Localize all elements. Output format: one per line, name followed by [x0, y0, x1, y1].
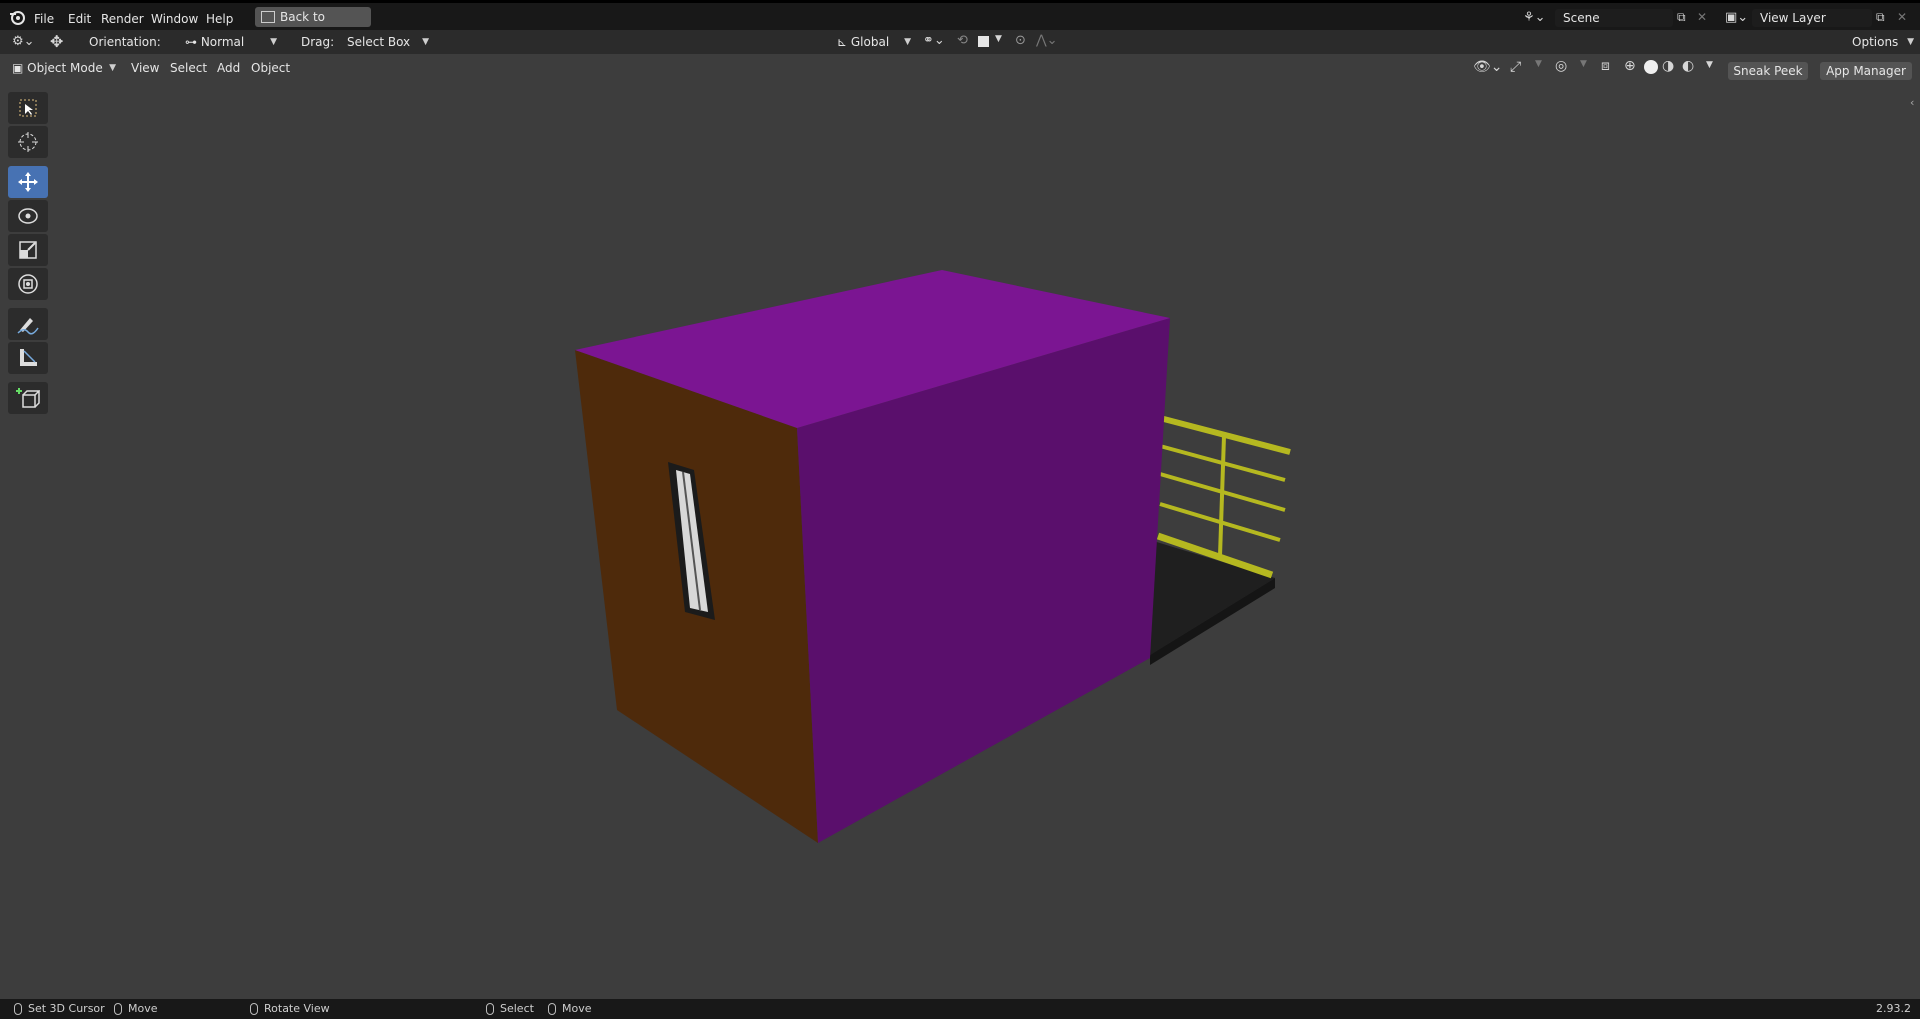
chevron-down-icon[interactable]: ▼ [1535, 59, 1542, 69]
viewport-header: ▣ Object Mode ▼ View Select Add Object 👁… [0, 55, 1920, 81]
transform-orientation-dropdown[interactable]: ⊾ Global ▼ [837, 32, 913, 52]
mouse-right-icon [486, 1003, 494, 1015]
scale-tool[interactable] [8, 234, 48, 266]
chevron-down-icon: ▼ [1907, 37, 1914, 47]
sidebar-toggle-icon[interactable]: ‹ [1910, 96, 1914, 109]
rotate-icon [18, 208, 38, 224]
pivot-icon[interactable]: ⚭⌄ [923, 33, 945, 48]
move-tool-icon: ✥ [50, 32, 64, 51]
status-bar: Set 3D Cursor Move Rotate View Select Mo… [0, 999, 1920, 1019]
scale-icon [19, 241, 37, 259]
snap-target-icon[interactable] [978, 36, 989, 47]
delete-view-layer-icon[interactable]: ✕ [1897, 10, 1907, 24]
delete-scene-icon[interactable]: ✕ [1697, 10, 1707, 24]
sneak-peek-button[interactable]: Sneak Peek [1728, 62, 1808, 80]
chevron-down-icon[interactable]: ▼ [1706, 60, 1713, 70]
rendered-shading-icon[interactable]: ◐ [1682, 58, 1694, 74]
header-menu-object[interactable]: Object [251, 58, 290, 78]
object-mode-icon: ▣ [12, 61, 28, 75]
viewport-scene[interactable] [0, 0, 1920, 1019]
measure-icon [20, 349, 37, 366]
object-mode-dropdown[interactable]: ▣ Object Mode ▼ [12, 58, 118, 78]
scene-icon[interactable]: ⚘⌄ [1523, 10, 1546, 25]
chevron-down-icon: ▼ [109, 63, 116, 73]
status-select: Select [486, 1002, 534, 1016]
back-to-previous-button[interactable]: Back to Previous [255, 7, 371, 44]
mouse-drag-icon [114, 1003, 122, 1015]
overlays-icon[interactable]: ◎ [1555, 58, 1567, 74]
move-tool[interactable] [8, 166, 48, 198]
header-menu-add[interactable]: Add [217, 58, 240, 78]
snap-icon[interactable]: ⟲ [957, 33, 968, 48]
orientation-dropdown[interactable]: ⊶ Normal ▼ [185, 32, 281, 52]
status-move-2: Move [548, 1002, 592, 1016]
annotate-icon [17, 318, 39, 335]
cursor-icon [18, 132, 38, 152]
menu-file[interactable]: File [34, 11, 54, 27]
select-box-tool[interactable] [8, 92, 48, 124]
move-icon [18, 172, 38, 192]
tool-dropdown-icon[interactable]: ⚙⌄ [12, 34, 35, 49]
global-axis-icon: ⊾ [837, 35, 851, 49]
drag-label: Drag: [301, 35, 335, 49]
header-menu-select[interactable]: Select [170, 58, 207, 78]
wireframe-shading-icon[interactable]: ⊕ [1624, 58, 1636, 74]
top-bar: File Edit Render Window Help Back to Pre… [0, 0, 1920, 44]
orientation-icon: ⊶ [185, 35, 201, 49]
orientation-label: Orientation: [89, 35, 161, 49]
annotate-tool[interactable] [8, 308, 48, 340]
menu-help[interactable]: Help [206, 11, 233, 27]
new-scene-icon[interactable]: ⧉ [1677, 10, 1686, 25]
app-manager-button[interactable]: App Manager [1820, 62, 1912, 80]
add-cube-tool[interactable] [8, 382, 48, 414]
blender-logo-icon[interactable] [8, 8, 26, 26]
chevron-down-icon: ▼ [422, 37, 429, 47]
gizmo-icon[interactable]: ⤢ [1510, 59, 1521, 75]
options-dropdown[interactable]: Options ▼ [1852, 32, 1914, 52]
chevron-down-icon[interactable]: ▼ [1580, 59, 1587, 69]
menu-edit[interactable]: Edit [68, 11, 91, 27]
menu-window[interactable]: Window [151, 11, 198, 27]
proportional-edit-icon[interactable]: ⊙ [1015, 33, 1026, 48]
view-layer-field[interactable]: View Layer [1752, 9, 1872, 27]
mouse-middle-icon [250, 1003, 258, 1015]
chevron-down-icon: ▼ [904, 37, 911, 47]
chevron-down-icon: ▼ [270, 37, 277, 47]
solid-shading-icon[interactable] [1644, 60, 1658, 74]
new-view-layer-icon[interactable]: ⧉ [1876, 10, 1885, 25]
select-box-icon [19, 99, 37, 117]
transform-tool[interactable] [8, 268, 48, 300]
mouse-left-icon [14, 1003, 22, 1015]
scene-name-field[interactable]: Scene [1555, 9, 1673, 27]
mouse-drag-icon [548, 1003, 556, 1015]
version-label: 2.93.2 [1876, 1002, 1911, 1015]
material-shading-icon[interactable]: ◑ [1662, 58, 1674, 74]
view-layer-icon[interactable]: ▣⌄ [1725, 10, 1748, 25]
measure-tool[interactable] [8, 342, 48, 374]
header-menu-view[interactable]: View [131, 58, 159, 78]
xray-icon[interactable]: ⧈ [1601, 58, 1610, 74]
status-rotate-view: Rotate View [250, 1002, 330, 1016]
cursor-tool[interactable] [8, 126, 48, 158]
falloff-icon[interactable]: ⋀⌄ [1036, 33, 1058, 48]
drag-dropdown[interactable]: Select Box ▼ [343, 32, 433, 52]
visibility-icon[interactable]: 👁⌄ [1473, 59, 1503, 75]
back-icon [261, 11, 275, 23]
tool-settings-bar: ⚙⌄ ✥ Orientation: ⊶ Normal ▼ Drag: Selec… [0, 30, 1920, 54]
transform-icon [18, 274, 38, 294]
add-cube-icon [16, 388, 40, 408]
menu-render[interactable]: Render [101, 11, 144, 27]
chevron-down-icon[interactable]: ▼ [995, 34, 1002, 44]
status-set-cursor: Set 3D Cursor [14, 1002, 105, 1016]
status-move: Move [114, 1002, 158, 1016]
rotate-tool[interactable] [8, 200, 48, 232]
